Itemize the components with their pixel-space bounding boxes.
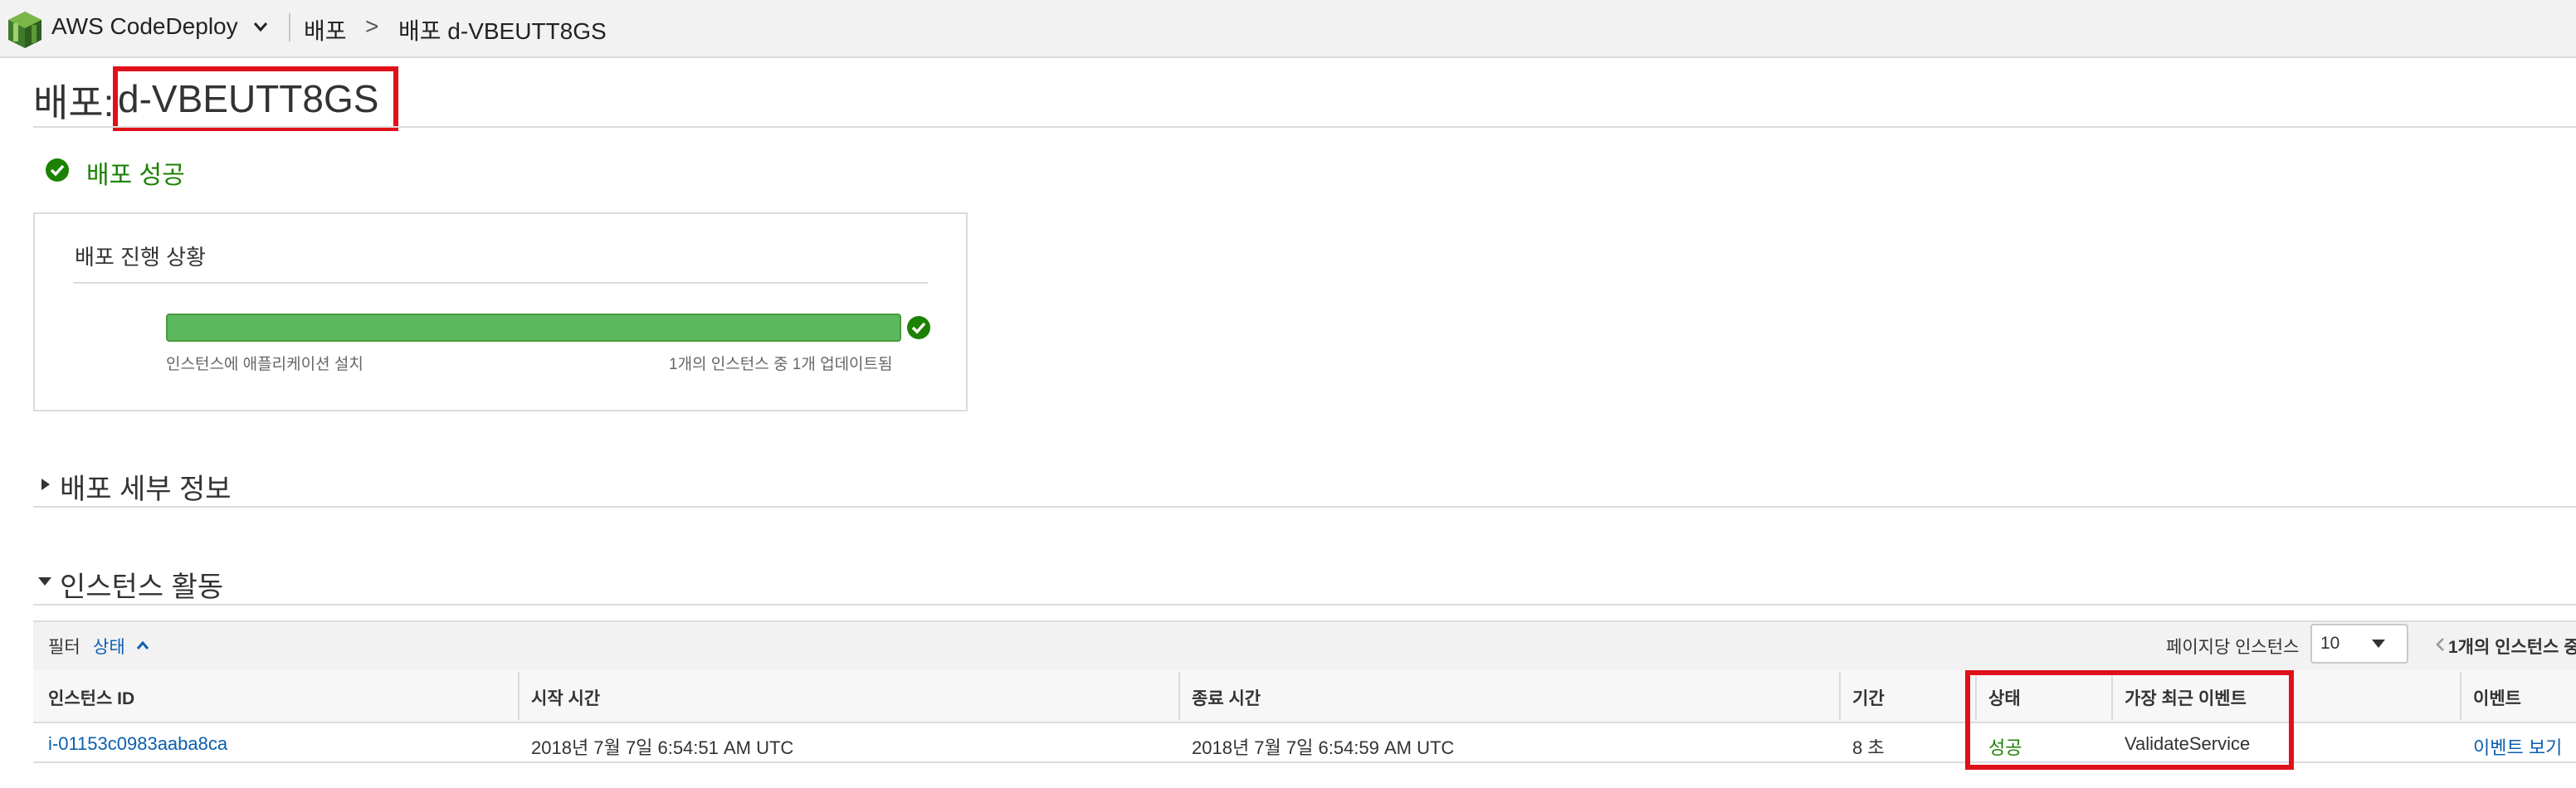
column-header-instance-id[interactable]: 인스턴스 ID [48,685,134,710]
column-header-events[interactable]: 이벤트 [2473,685,2521,710]
progress-count-label: 1개의 인스턴스 중 1개 업데이트됨 [669,356,893,373]
column-divider [518,672,520,720]
divider [33,506,2576,508]
end-time-cell: 2018년 7월 7일 6:54:59 AM UTC [1192,737,1455,758]
column-header-duration[interactable]: 기간 [1852,685,1885,710]
column-divider [1839,672,1841,720]
caret-down-icon[interactable] [37,576,53,587]
deployment-status-text: 배포 성공 [86,162,185,189]
chevron-up-icon[interactable] [136,640,149,650]
progress-step-label: 인스턴스에 애플리케이션 설치 [166,356,363,373]
progress-panel-title: 배포 진행 상황 [75,245,206,270]
section-deployment-details[interactable]: 배포 세부 정보 [60,466,232,507]
breadcrumb-deployments[interactable]: 배포 [304,13,347,46]
filter-status-dropdown[interactable]: 상태 [93,634,125,659]
per-page-value: 10 [2320,634,2340,653]
column-header-start-time[interactable]: 시작 시간 [531,685,600,710]
filter-label: 필터 [48,638,80,657]
duration-cell: 8 초 [1852,737,1885,758]
divider [33,126,2576,128]
caret-right-icon[interactable] [40,476,51,493]
column-divider [2460,672,2461,720]
chevron-left-icon[interactable] [2435,637,2445,652]
top-navigation-bar [0,0,2576,58]
page-title-label: 배포: [33,81,115,124]
divider [289,13,290,41]
column-header-end-time[interactable]: 종료 시간 [1192,685,1261,710]
chevron-down-icon[interactable] [252,18,269,35]
breadcrumb-current: 배포 d-VBEUTT8GS [398,18,607,44]
pagination-text: 1개의 인스턴스 중 [2448,638,2576,657]
app-name[interactable]: AWS CodeDeploy [51,13,238,40]
instance-id-link[interactable]: i-01153c0983aaba8ca [48,733,227,755]
check-circle-icon [46,158,69,182]
check-circle-icon [907,316,930,339]
column-divider [1178,672,1180,720]
progress-bar [166,314,901,342]
divider [73,282,928,284]
breadcrumb-separator: > [365,13,379,39]
start-time-cell: 2018년 7월 7일 6:54:51 AM UTC [531,737,794,758]
section-instance-activity[interactable]: 인스턴스 활동 [60,564,223,605]
highlight-box [113,66,398,131]
progress-bar-fill [168,315,900,340]
caret-down-icon[interactable] [2370,639,2387,649]
highlight-box [1965,670,2294,770]
codedeploy-logo-icon[interactable] [7,10,43,50]
view-events-link[interactable]: 이벤트 보기 [2473,733,2562,760]
per-page-label: 페이지당 인스턴스 [2166,638,2300,657]
divider [33,604,2576,606]
